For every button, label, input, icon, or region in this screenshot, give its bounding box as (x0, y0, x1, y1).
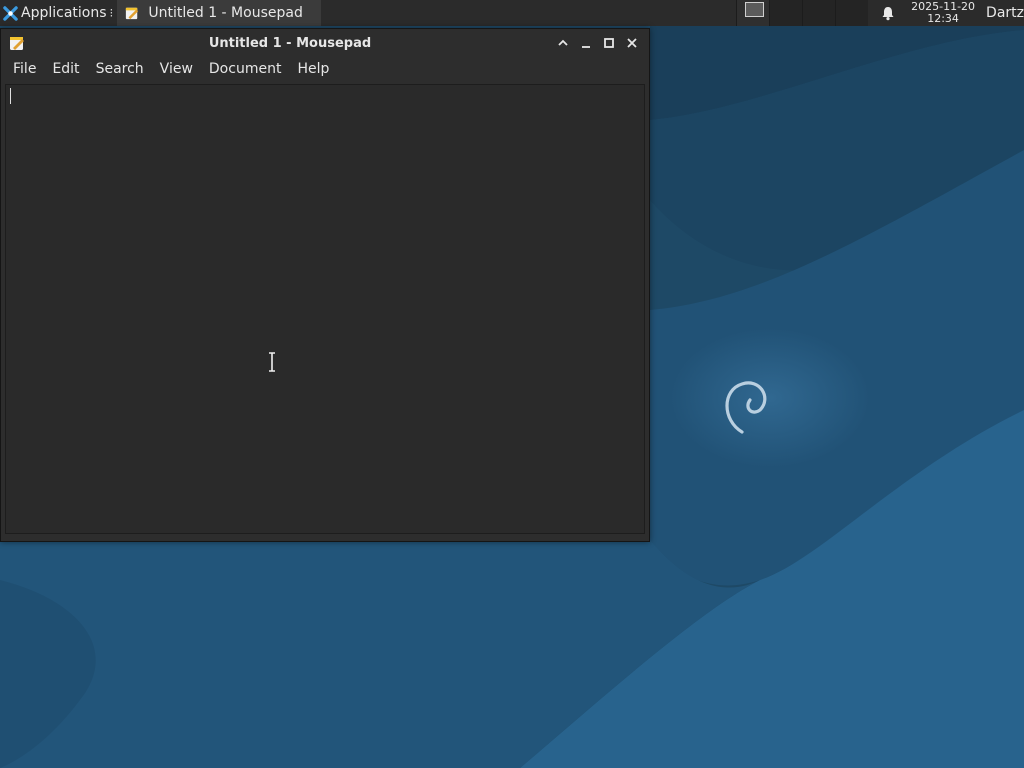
chevron-up-icon (557, 39, 568, 46)
menubar: File Edit Search View Document Help (1, 57, 649, 81)
mousepad-window: Untitled 1 - Mousepad File Edit Search V… (0, 28, 650, 542)
applications-menu-button[interactable]: Applications ⁝ (0, 0, 117, 26)
maximize-button[interactable] (597, 34, 620, 52)
workspace-3[interactable] (802, 0, 836, 26)
window-thumbnail (745, 2, 765, 17)
menu-separator-dots: ⁝ (109, 6, 114, 20)
menu-help[interactable]: Help (289, 61, 337, 77)
menu-document[interactable]: Document (201, 61, 290, 77)
notification-bell-icon[interactable] (880, 5, 896, 21)
taskbar-button-mousepad[interactable]: Untitled 1 - Mousepad (117, 0, 322, 26)
workspace-1[interactable] (736, 0, 770, 26)
menu-edit[interactable]: Edit (44, 61, 87, 77)
window-titlebar[interactable]: Untitled 1 - Mousepad (1, 29, 649, 57)
applications-label: Applications (21, 5, 107, 21)
mousepad-icon (126, 7, 139, 20)
top-panel: Applications ⁝ Untitled 1 - Mousepad 202… (0, 0, 1024, 26)
shade-button[interactable] (551, 34, 574, 52)
close-icon (626, 38, 637, 48)
maximize-icon (603, 38, 614, 48)
clock[interactable]: 2025-11-20 12:34 (911, 1, 975, 25)
clock-time: 12:34 (927, 12, 959, 25)
ibeam-cursor-icon (269, 352, 275, 372)
text-caret (10, 88, 11, 104)
workspace-2[interactable] (769, 0, 803, 26)
menu-search[interactable]: Search (88, 61, 152, 77)
xfce-mouse-icon (3, 5, 18, 21)
text-editor-area[interactable] (5, 84, 645, 534)
menu-file[interactable]: File (5, 61, 44, 77)
menu-view[interactable]: View (152, 61, 201, 77)
user-menu[interactable]: Dartz (986, 5, 1024, 21)
workspace-switcher (736, 0, 869, 26)
workspace-4[interactable] (835, 0, 869, 26)
minimize-button[interactable] (574, 34, 597, 52)
close-button[interactable] (620, 34, 643, 52)
desktop: Applications ⁝ Untitled 1 - Mousepad 202… (0, 0, 1024, 768)
taskbar-button-label: Untitled 1 - Mousepad (148, 5, 303, 21)
minimize-icon (581, 46, 590, 48)
window-controls (551, 34, 643, 52)
